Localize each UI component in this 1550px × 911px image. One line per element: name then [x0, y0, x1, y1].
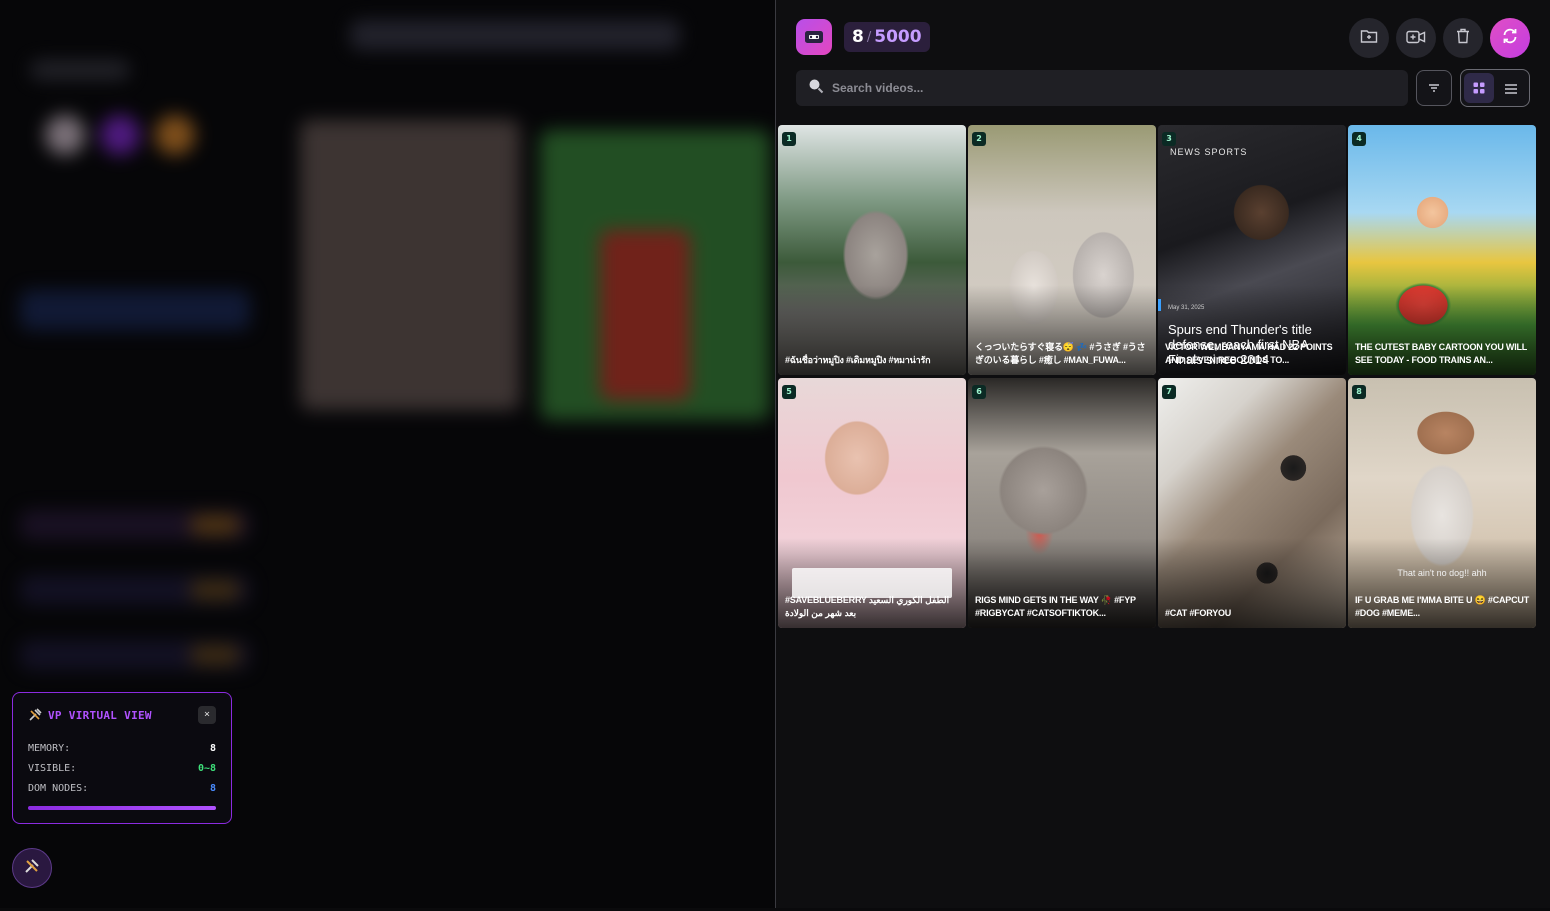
- search-box[interactable]: [796, 70, 1408, 106]
- video-card[interactable]: 3 NEWS SPORTS May 31, 2025 Spurs end Thu…: [1158, 125, 1346, 375]
- video-caption: VICTOR WEMBANYAMA HAD 22 POINTS AND SEVE…: [1165, 342, 1333, 365]
- video-card[interactable]: 4 THE CUTEST BABY CARTOON YOU WILL SEE T…: [1348, 125, 1536, 375]
- video-card[interactable]: 7 #CAT #FORYOU: [1158, 378, 1346, 628]
- video-drawer: 8 / 5000 Search videos... 1 #ฉันชื่อว่าห…: [775, 0, 1550, 909]
- drawer-toolbar: 8 / 5000: [796, 18, 1550, 58]
- video-overlay-date: May 31, 2025: [1168, 305, 1205, 311]
- video-count-max: 5000: [874, 27, 922, 47]
- video-caption: RIGS MIND GETS IN THE WAY 🥀 #FYP #RIGBYC…: [975, 595, 1136, 618]
- trash-icon: [1456, 28, 1470, 48]
- list-view-button[interactable]: [1496, 73, 1526, 103]
- debug-toggle-button[interactable]: [12, 848, 52, 888]
- video-index: 3: [1162, 132, 1176, 146]
- video-index: 4: [1352, 132, 1366, 146]
- video-caption: くっついたらすぐ寝る😴 💤 #うさぎ #うさぎのいる暮らし #癒し #MAN_F…: [975, 342, 1146, 365]
- search-input[interactable]: [832, 81, 1408, 95]
- video-card[interactable]: 5 #SAVEBLUEBERRY الطفل الكوري السعيد بعد…: [778, 378, 966, 628]
- video-index: 6: [972, 385, 986, 399]
- video-count-separator: /: [866, 29, 872, 45]
- grid-view-button[interactable]: [1464, 73, 1494, 103]
- screen: VP VIRTUAL VIEW × MEMORY: 8 VISIBLE: 0~8…: [0, 0, 1550, 911]
- video-overlay-brand: NEWS SPORTS: [1170, 147, 1248, 157]
- dom-nodes-value: 8: [209, 783, 216, 794]
- delete-button[interactable]: [1443, 18, 1483, 58]
- video-index: 5: [782, 385, 796, 399]
- video-caption: THE CUTEST BABY CARTOON YOU WILL SEE TOD…: [1355, 342, 1527, 365]
- memory-progress-bar: [28, 806, 216, 810]
- dom-nodes-label: DOM NODES:: [28, 783, 89, 794]
- close-button[interactable]: ×: [198, 706, 216, 724]
- list-icon: [1505, 79, 1517, 98]
- video-card[interactable]: 2 くっついたらすぐ寝る😴 💤 #うさぎ #うさぎのいる暮らし #癒し #MAN…: [968, 125, 1156, 375]
- refresh-button[interactable]: [1490, 18, 1530, 58]
- import-folder-button[interactable]: [1349, 18, 1389, 58]
- toolbar-actions: [1349, 18, 1530, 58]
- search-icon: [808, 78, 824, 98]
- video-card[interactable]: 8 That ain't no dog!! ahh IF U GRAB ME I…: [1348, 378, 1536, 628]
- video-count-badge: 8 / 5000: [844, 22, 930, 52]
- video-tape-icon: [805, 28, 823, 47]
- video-index: 2: [972, 132, 986, 146]
- visible-row: VISIBLE: 0~8: [28, 759, 216, 779]
- grid-icon: [1473, 79, 1485, 98]
- view-toggle: [1460, 69, 1530, 107]
- memory-label: MEMORY:: [28, 743, 71, 754]
- dom-nodes-row: DOM NODES: 8: [28, 779, 216, 799]
- refresh-icon: [1501, 27, 1519, 49]
- memory-row: MEMORY: 8: [28, 739, 216, 759]
- visible-value: 0~8: [197, 763, 216, 774]
- video-index: 8: [1352, 385, 1366, 399]
- video-index: 7: [1162, 385, 1176, 399]
- video-index: 1: [782, 132, 796, 146]
- memory-progress-fill: [28, 806, 216, 810]
- video-overlay-subtitle: That ain't no dog!! ahh: [1397, 568, 1487, 578]
- video-card[interactable]: 6 RIGS MIND GETS IN THE WAY 🥀 #FYP #RIGB…: [968, 378, 1156, 628]
- video-grid: 1 #ฉันชื่อว่าหมูปิง #เดิมหมูปิง #หมาน่าร…: [778, 125, 1536, 628]
- video-caption: #CAT #FORYOU: [1165, 608, 1232, 618]
- search-row: [796, 69, 1530, 107]
- folder-plus-icon: [1360, 28, 1378, 48]
- video-caption: IF U GRAB ME I'MMA BITE U 😆 #CAPCUT #DOG…: [1355, 595, 1530, 618]
- filter-button[interactable]: [1416, 70, 1452, 106]
- video-caption: #ฉันชื่อว่าหมูปิง #เดิมหมูปิง #หมาน่ารัก: [785, 355, 931, 365]
- virtual-view-panel: VP VIRTUAL VIEW × MEMORY: 8 VISIBLE: 0~8…: [12, 692, 232, 824]
- video-caption: #SAVEBLUEBERRY الطفل الكوري السعيد بعد ش…: [785, 595, 950, 618]
- add-video-button[interactable]: [1396, 18, 1436, 58]
- virtual-view-title: VP VIRTUAL VIEW: [48, 708, 152, 722]
- tools-icon: [23, 857, 41, 879]
- memory-value: 8: [209, 743, 216, 754]
- filter-icon: [1427, 79, 1441, 98]
- video-count-current: 8: [852, 27, 864, 47]
- logo-button[interactable]: [796, 19, 832, 55]
- video-card[interactable]: 1 #ฉันชื่อว่าหมูปิง #เดิมหมูปิง #หมาน่าร…: [778, 125, 966, 375]
- video-plus-icon: [1406, 29, 1426, 48]
- virtual-view-header: VP VIRTUAL VIEW ×: [28, 705, 216, 725]
- visible-label: VISIBLE:: [28, 763, 77, 774]
- tools-icon: [28, 708, 42, 722]
